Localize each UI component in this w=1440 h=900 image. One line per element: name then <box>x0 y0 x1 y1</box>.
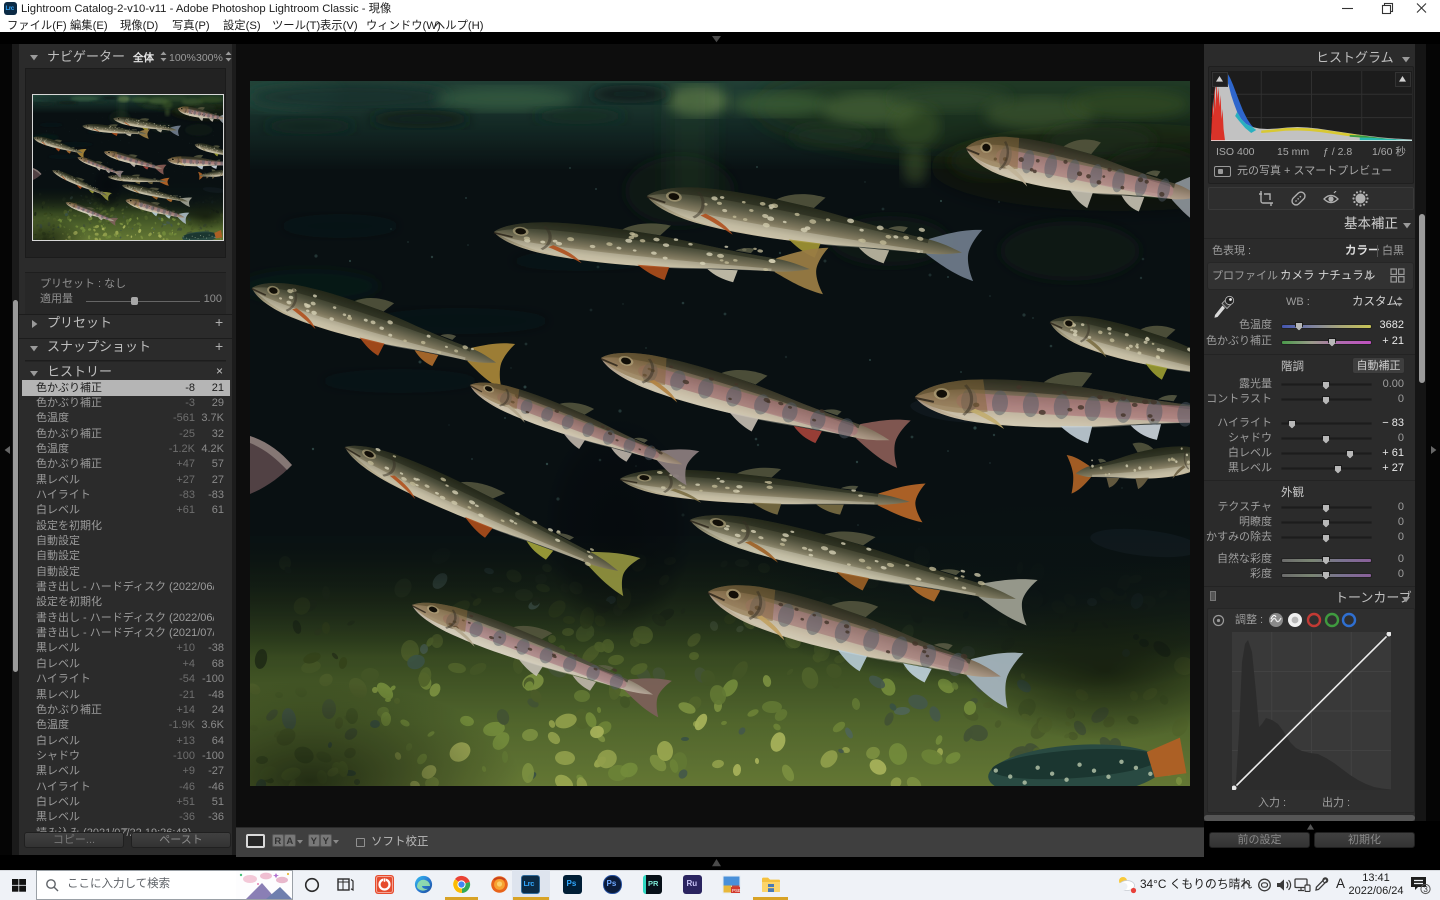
svg-text:3: 3 <box>1423 885 1428 894</box>
svg-text:PSE: PSE <box>732 888 741 893</box>
